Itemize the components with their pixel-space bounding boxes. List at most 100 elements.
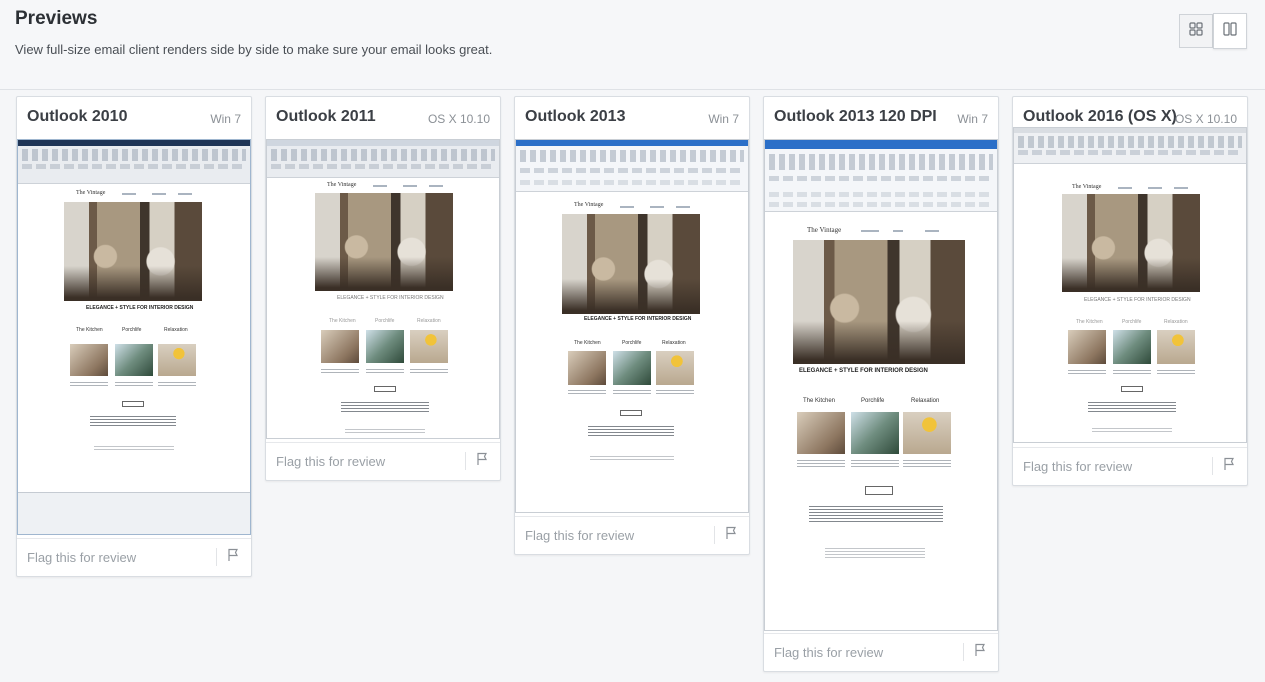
email-brand: The Vintage — [1072, 184, 1102, 190]
email-body: The Vintage ELEGANCE + STYLE FOR INTERIO… — [1014, 164, 1246, 442]
email-render-screenshot[interactable]: The Vintage ELEGANCE + STYLE FOR INTERIO… — [17, 139, 251, 535]
category-image — [410, 330, 448, 363]
client-os: OS X 10.10 — [427, 112, 490, 126]
category-label: Porchlife — [122, 327, 142, 333]
category-image — [70, 344, 108, 376]
card-footer: Flag this for review — [266, 442, 500, 480]
flag-for-review-link[interactable]: Flag this for review — [525, 528, 634, 543]
footer-divider — [465, 452, 466, 470]
flag-icon — [725, 526, 738, 545]
email-render-screenshot[interactable]: The Vintage ELEGANCE + STYLE FOR INTERIO… — [764, 139, 998, 631]
grid-icon — [1189, 21, 1203, 41]
flag-icon — [1223, 457, 1236, 476]
flag-button[interactable] — [472, 451, 492, 471]
category-image — [656, 351, 694, 385]
grid-view-button[interactable] — [1179, 14, 1213, 48]
client-toolbar — [18, 140, 250, 184]
category-label: Porchlife — [861, 398, 885, 404]
email-tagline: ELEGANCE + STYLE FOR INTERIOR DESIGN — [1084, 297, 1191, 303]
hero-image — [315, 193, 453, 291]
category-label: Porchlife — [622, 340, 642, 346]
client-toolbar — [516, 140, 748, 192]
email-body: The Vintage ELEGANCE + STYLE FOR INTERIO… — [765, 212, 997, 630]
flag-icon — [227, 548, 240, 567]
client-name: Outlook 2013 120 DPI — [774, 108, 937, 125]
category-image — [851, 412, 899, 454]
flag-button[interactable] — [223, 547, 243, 567]
email-body: The Vintage ELEGANCE + STYLE FOR INTERIO… — [516, 192, 748, 512]
category-label: Porchlife — [1122, 319, 1142, 325]
flag-icon — [476, 452, 489, 471]
email-tagline: ELEGANCE + STYLE FOR INTERIOR DESIGN — [86, 305, 194, 311]
client-name: Outlook 2016 (OS X) — [1023, 108, 1177, 125]
flag-button[interactable] — [970, 642, 990, 662]
email-tagline: ELEGANCE + STYLE FOR INTERIOR DESIGN — [337, 295, 444, 301]
email-brand: The Vintage — [76, 190, 106, 196]
footer-divider — [963, 643, 964, 661]
columns-view-button[interactable] — [1213, 13, 1247, 49]
previews-header: Previews View full-size email client ren… — [0, 0, 1265, 90]
hero-image — [64, 202, 202, 301]
flag-button[interactable] — [1219, 456, 1239, 476]
page-subtitle: View full-size email client renders side… — [15, 42, 493, 57]
category-label: The Kitchen — [329, 318, 356, 324]
email-render-screenshot[interactable]: The Vintage ELEGANCE + STYLE FOR INTERIO… — [515, 139, 749, 513]
category-label: The Kitchen — [803, 398, 836, 404]
flag-icon — [974, 643, 987, 662]
card-header: Outlook 2010 Win 7 — [17, 97, 251, 139]
card-footer: Flag this for review — [17, 538, 251, 576]
category-label: Relaxation — [662, 340, 686, 346]
category-label: The Kitchen — [1076, 319, 1103, 325]
flag-for-review-link[interactable]: Flag this for review — [276, 454, 385, 469]
client-name: Outlook 2011 — [276, 108, 376, 125]
category-image — [158, 344, 196, 376]
category-image — [903, 412, 951, 454]
columns-icon — [1223, 21, 1237, 41]
client-name: Outlook 2013 — [525, 108, 626, 125]
preview-card: Outlook 2016 (OS X) OS X 10.10 The Vinta… — [1012, 96, 1248, 486]
preview-card: Outlook 2013 Win 7 The Vintage ELEGANCE … — [514, 96, 750, 555]
email-brand: The Vintage — [807, 226, 842, 234]
category-label: Relaxation — [164, 327, 188, 333]
email-body: The Vintage ELEGANCE + STYLE FOR INTERIO… — [267, 178, 499, 438]
client-name: Outlook 2010 — [27, 108, 128, 125]
flag-button[interactable] — [721, 525, 741, 545]
footer-divider — [1212, 457, 1213, 475]
client-os: Win 7 — [210, 112, 241, 126]
category-image — [797, 412, 845, 454]
client-toolbar — [267, 140, 499, 178]
preview-card: Outlook 2011 OS X 10.10 The Vintage ELEG… — [265, 96, 501, 481]
card-footer: Flag this for review — [1013, 447, 1247, 485]
page-title: Previews — [15, 8, 98, 29]
hero-image — [793, 240, 965, 364]
category-label: Relaxation — [417, 318, 441, 324]
category-label: The Kitchen — [574, 340, 601, 346]
preview-card: Outlook 2010 Win 7 The Vintage ELEGANCE … — [16, 96, 252, 577]
email-brand: The Vintage — [327, 182, 357, 188]
category-label: The Kitchen — [76, 327, 103, 333]
card-header: Outlook 2011 OS X 10.10 — [266, 97, 500, 139]
email-brand: The Vintage — [574, 202, 604, 208]
category-label: Relaxation — [1164, 319, 1188, 325]
email-render-screenshot[interactable]: The Vintage ELEGANCE + STYLE FOR INTERIO… — [1013, 127, 1247, 443]
card-footer: Flag this for review — [764, 633, 998, 671]
email-render-screenshot[interactable]: The Vintage ELEGANCE + STYLE FOR INTERIO… — [266, 139, 500, 439]
category-image — [321, 330, 359, 363]
flag-for-review-link[interactable]: Flag this for review — [1023, 459, 1132, 474]
category-label: Porchlife — [375, 318, 395, 324]
category-image — [568, 351, 606, 385]
client-os: OS X 10.10 — [1174, 112, 1237, 126]
flag-for-review-link[interactable]: Flag this for review — [774, 645, 883, 660]
category-image — [1068, 330, 1106, 364]
footer-divider — [714, 526, 715, 544]
category-image — [1157, 330, 1195, 364]
email-tagline: ELEGANCE + STYLE FOR INTERIOR DESIGN — [584, 316, 692, 322]
email-body: The Vintage ELEGANCE + STYLE FOR INTERIO… — [18, 184, 250, 492]
card-header: Outlook 2013 Win 7 — [515, 97, 749, 139]
hero-image — [562, 214, 700, 314]
card-header: Outlook 2013 120 DPI Win 7 — [764, 97, 998, 139]
client-os: Win 7 — [957, 112, 988, 126]
flag-for-review-link[interactable]: Flag this for review — [27, 550, 136, 565]
category-image — [1113, 330, 1151, 364]
reading-pane — [18, 492, 250, 534]
